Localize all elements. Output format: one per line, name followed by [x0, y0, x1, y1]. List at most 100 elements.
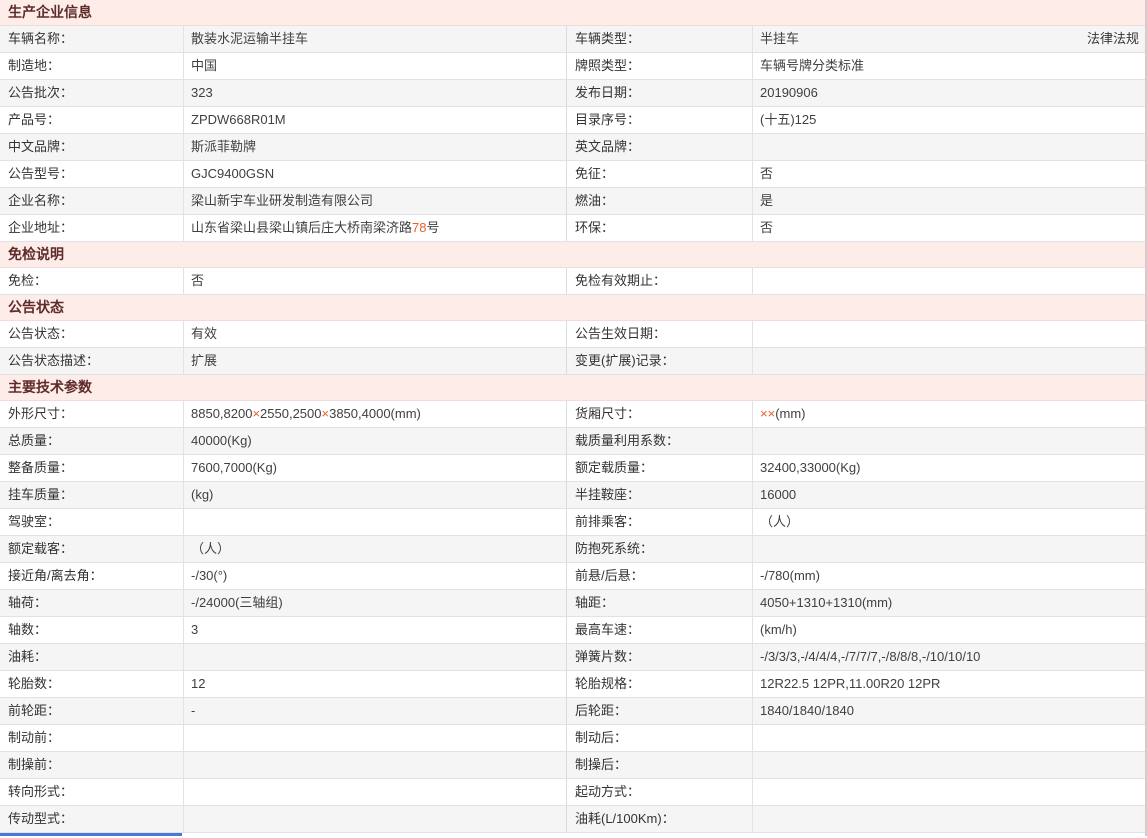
table-row: 额定载客： （人） 防抱死系统： — [0, 536, 1145, 563]
field-value — [184, 752, 567, 778]
field-label: 防抱死系统： — [567, 536, 753, 562]
field-value — [184, 725, 567, 751]
field-value — [184, 644, 567, 670]
legal-regulations-link[interactable]: 法律法规 — [1087, 26, 1139, 52]
table-row: 驾驶室： 前排乘客： （人） — [0, 509, 1145, 536]
field-value: - — [184, 698, 567, 724]
table-row: 制动前： 制动后： — [0, 725, 1145, 752]
field-value: -/3/3/3,-/4/4/4,-/7/7/7,-/8/8/8,-/10/10/… — [760, 649, 981, 664]
table-row: 接近角/离去角： -/30(°) 前悬/后悬： -/780(mm) — [0, 563, 1145, 590]
table-row: 中文品牌： 斯派菲勒牌 英文品牌： — [0, 134, 1145, 161]
field-value — [760, 428, 1139, 454]
field-value: (km/h) — [760, 622, 797, 637]
field-value — [760, 806, 1139, 832]
table-row: 总质量： 40000(Kg) 载质量利用系数： — [0, 428, 1145, 455]
field-label: 制操前： — [0, 752, 184, 778]
field-label: 载质量利用系数： — [567, 428, 753, 454]
field-value: 3 — [184, 617, 567, 643]
table-row: 车辆名称： 散装水泥运输半挂车 车辆类型： 半挂车 法律法规 — [0, 26, 1145, 53]
table-row: 产品号： ZPDW668R01M 目录序号： (十五)125 — [0, 107, 1145, 134]
field-label: 货厢尺寸： — [567, 401, 753, 427]
table-row: 传动型式： 油耗(L/100Km)： — [0, 806, 1145, 833]
field-label: 额定载质量： — [567, 455, 753, 481]
field-label: 油耗： — [0, 644, 184, 670]
field-value: -/24000(三轴组) — [184, 590, 567, 616]
table-row: 外形尺寸： 8850,8200×2550,2500×3850,4000(mm) … — [0, 401, 1145, 428]
table-row: 轮胎数： 12 轮胎规格： 12R22.5 12PR,11.00R20 12PR — [0, 671, 1145, 698]
field-label: 免征： — [567, 161, 753, 187]
field-label: 前排乘客： — [567, 509, 753, 535]
table-row: 免检： 否 免检有效期止： — [0, 268, 1145, 295]
table-row: 前轮距： - 后轮距： 1840/1840/1840 — [0, 698, 1145, 725]
field-value: 车辆号牌分类标准 — [760, 58, 865, 73]
field-label: 英文品牌： — [567, 134, 753, 160]
field-value: 20190906 — [760, 85, 818, 100]
field-label: 前悬/后悬： — [567, 563, 753, 589]
field-label: 轴数： — [0, 617, 184, 643]
field-label: 外形尺寸： — [0, 401, 184, 427]
table-row: 转向形式： 起动方式： — [0, 779, 1145, 806]
field-value: 否 — [760, 220, 774, 235]
table-row: 公告批次： 323 发布日期： 20190906 — [0, 80, 1145, 107]
field-value: 32400,33000(Kg) — [760, 460, 861, 475]
table-row: 制造地： 中国 牌照类型： 车辆号牌分类标准 — [0, 53, 1145, 80]
field-label: 公告批次： — [0, 80, 184, 106]
table-row: 制操前： 制操后： — [0, 752, 1145, 779]
field-label: 弹簧片数： — [567, 644, 753, 670]
field-value: （人） — [760, 514, 800, 529]
field-label: 前轮距： — [0, 698, 184, 724]
field-label: 企业名称： — [0, 188, 184, 214]
field-value: 散装水泥运输半挂车 — [184, 26, 567, 52]
field-value: 斯派菲勒牌 — [184, 134, 567, 160]
field-value: 否 — [760, 166, 774, 181]
field-value: 中国 — [184, 53, 567, 79]
field-label: 发布日期： — [567, 80, 753, 106]
table-row: 挂车质量： (kg) 半挂鞍座： 16000 — [0, 482, 1145, 509]
field-value: 否 — [184, 268, 567, 294]
field-label: 制动后： — [567, 725, 753, 751]
field-value: 40000(Kg) — [184, 428, 567, 454]
field-label: 车辆类型： — [567, 26, 753, 52]
field-value — [760, 348, 1139, 374]
vehicle-info-page: 生产企业信息 车辆名称： 散装水泥运输半挂车 车辆类型： 半挂车 法律法规 制造… — [0, 0, 1147, 836]
field-value — [760, 752, 1139, 778]
field-value: 12R22.5 12PR,11.00R20 12PR — [760, 676, 941, 691]
field-value: GJC9400GSN — [184, 161, 567, 187]
field-value: 12 — [184, 671, 567, 697]
field-label: 驾驶室： — [0, 509, 184, 535]
field-label: 公告生效日期： — [567, 321, 753, 347]
field-value — [184, 779, 567, 805]
field-label: 转向形式： — [0, 779, 184, 805]
field-label: 油耗(L/100Km)： — [567, 806, 753, 832]
field-label: 半挂鞍座： — [567, 482, 753, 508]
field-label: 公告状态描述： — [0, 348, 184, 374]
section-header-inspection-exemption: 免检说明 — [0, 242, 1145, 268]
field-value: 山东省梁山县梁山镇后庄大桥南梁济路78号 — [184, 215, 567, 241]
field-label: 制动前： — [0, 725, 184, 751]
table-row: 企业名称： 梁山新宇车业研发制造有限公司 燃油： 是 — [0, 188, 1145, 215]
field-value — [184, 806, 567, 832]
field-value: 半挂车 — [760, 31, 800, 46]
field-label: 牌照类型： — [567, 53, 753, 79]
bottom-cutoff-element[interactable] — [0, 833, 182, 836]
field-label: 产品号： — [0, 107, 184, 133]
field-label: 中文品牌： — [0, 134, 184, 160]
field-label: 轮胎规格： — [567, 671, 753, 697]
table-row: 公告状态描述： 扩展 变更(扩展)记录： — [0, 348, 1145, 375]
field-label: 总质量： — [0, 428, 184, 454]
field-value: 梁山新宇车业研发制造有限公司 — [184, 188, 567, 214]
field-value — [760, 779, 1139, 805]
section-header-manufacturer-info: 生产企业信息 — [0, 0, 1145, 26]
field-label: 制操后： — [567, 752, 753, 778]
field-label: 制造地： — [0, 53, 184, 79]
field-label: 最高车速： — [567, 617, 753, 643]
section-header-announcement-status: 公告状态 — [0, 295, 1145, 321]
field-value: (十五)125 — [760, 112, 817, 127]
field-value: 323 — [184, 80, 567, 106]
field-value — [184, 509, 567, 535]
table-row: 企业地址： 山东省梁山县梁山镇后庄大桥南梁济路78号 环保： 否 — [0, 215, 1145, 242]
field-label: 车辆名称： — [0, 26, 184, 52]
field-value: -/780(mm) — [760, 568, 820, 583]
field-value: (kg) — [184, 482, 567, 508]
field-value — [760, 134, 1139, 160]
